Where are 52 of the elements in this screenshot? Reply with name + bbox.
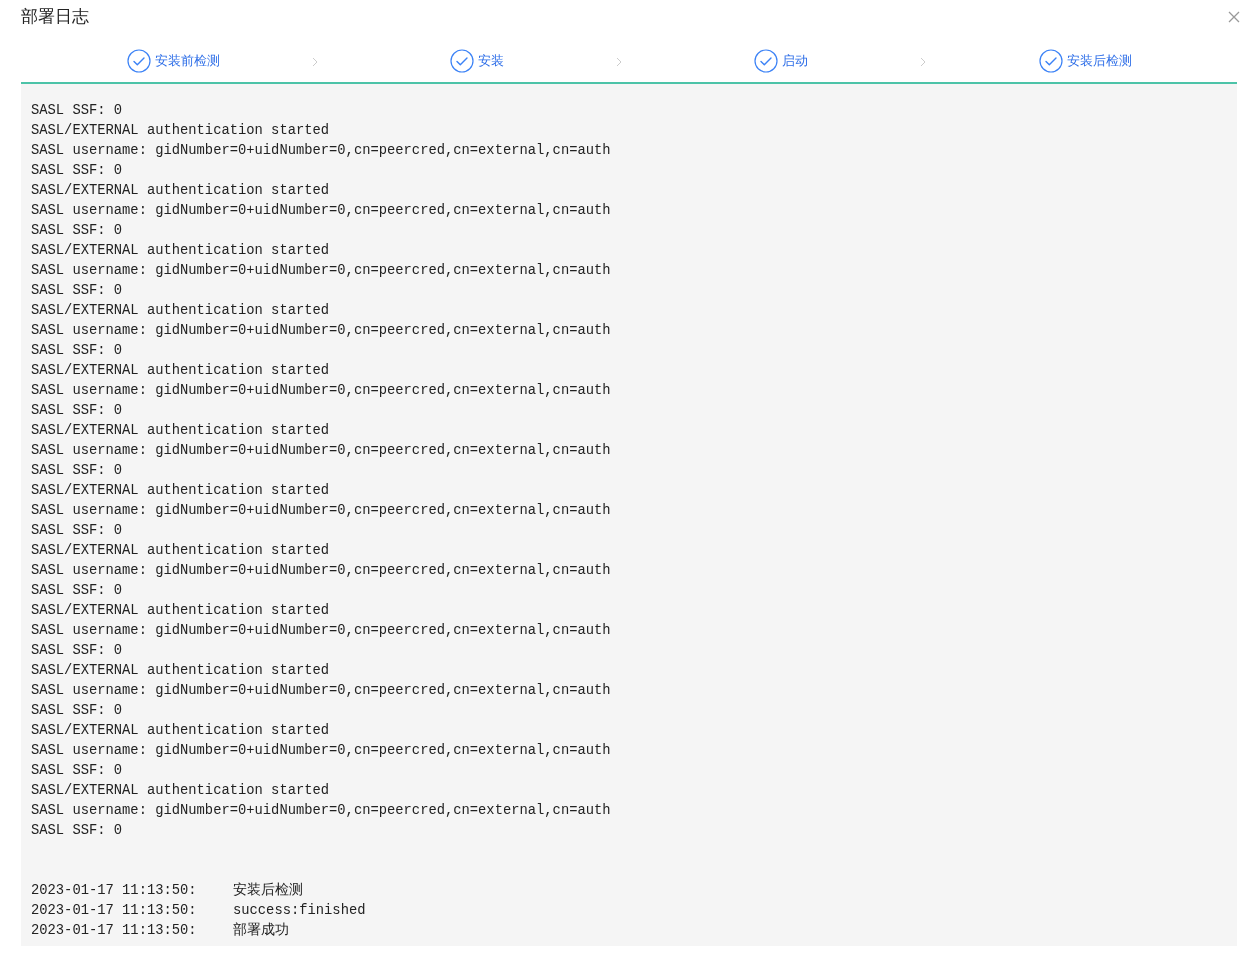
step-item: 安装后检测: [1038, 49, 1132, 73]
log-line: SASL/EXTERNAL authentication started: [31, 302, 331, 320]
log-timestamp: 2023-01-17 11:13:50:: [31, 922, 198, 940]
chevron-right-icon: [312, 57, 318, 67]
log-line: SASL SSF: 0: [31, 162, 124, 180]
log-line: SASL/EXTERNAL authentication started: [31, 182, 331, 200]
log-message: success:finished: [233, 902, 366, 920]
log-line: SASL SSF: 0: [31, 762, 124, 780]
log-line: SASL/EXTERNAL authentication started: [31, 542, 331, 560]
log-line: SASL/EXTERNAL authentication started: [31, 482, 331, 500]
step-item: 启动: [754, 49, 808, 73]
log-line: SASL/EXTERNAL authentication started: [31, 362, 331, 380]
log-message: 部署成功: [233, 921, 289, 940]
log-line: SASL SSF: 0: [31, 402, 124, 420]
log-line: SASL username: gidNumber=0+uidNumber=0,cn=peercred,cn=external,cn=auth: [31, 502, 612, 520]
log-line: SASL SSF: 0: [31, 702, 124, 720]
log-timestamp: 2023-01-17 11:13:50:: [31, 882, 198, 900]
log-line: SASL SSF: 0: [31, 282, 124, 300]
log-line: SASL SSF: 0: [31, 222, 124, 240]
log-line: SASL SSF: 0: [31, 582, 124, 600]
log-line: SASL SSF: 0: [31, 462, 124, 480]
log-line: SASL username: gidNumber=0+uidNumber=0,cn=peercred,cn=external,cn=auth: [31, 202, 612, 220]
log-line: SASL username: gidNumber=0+uidNumber=0,cn=peercred,cn=external,cn=auth: [31, 742, 612, 760]
log-line: SASL username: gidNumber=0+uidNumber=0,cn=peercred,cn=external,cn=auth: [31, 682, 612, 700]
close-icon[interactable]: [1228, 11, 1240, 23]
step-item: 安装: [450, 49, 504, 73]
log-line: SASL SSF: 0: [31, 642, 124, 660]
log-line: SASL/EXTERNAL authentication started: [31, 422, 331, 440]
log-line: SASL username: gidNumber=0+uidNumber=0,cn=peercred,cn=external,cn=auth: [31, 562, 612, 580]
log-line: SASL SSF: 0: [31, 102, 124, 120]
log-line: SASL username: gidNumber=0+uidNumber=0,cn=peercred,cn=external,cn=auth: [31, 322, 612, 340]
log-line: SASL username: gidNumber=0+uidNumber=0,cn=peercred,cn=external,cn=auth: [31, 142, 612, 160]
log-line: SASL SSF: 0: [31, 342, 124, 360]
log-line: SASL/EXTERNAL authentication started: [31, 722, 331, 740]
dialog-title: 部署日志: [21, 6, 89, 29]
chevron-right-icon: [616, 57, 622, 67]
log-line: SASL SSF: 0: [31, 522, 124, 540]
log-timestamp: 2023-01-17 11:13:50:: [31, 902, 198, 920]
log-line: SASL/EXTERNAL authentication started: [31, 242, 331, 260]
step-item: 安装前检测: [126, 49, 220, 73]
chevron-right-icon: [920, 57, 926, 67]
log-message: 安装后检测: [233, 881, 303, 900]
log-line: SASL username: gidNumber=0+uidNumber=0,cn=peercred,cn=external,cn=auth: [31, 802, 612, 820]
log-line: SASL SSF: 0: [31, 822, 124, 840]
log-line: SASL/EXTERNAL authentication started: [31, 782, 331, 800]
log-line: SASL/EXTERNAL authentication started: [31, 662, 331, 680]
log-line: SASL/EXTERNAL authentication started: [31, 602, 331, 620]
log-line: SASL username: gidNumber=0+uidNumber=0,cn=peercred,cn=external,cn=auth: [31, 382, 612, 400]
log-line: SASL username: gidNumber=0+uidNumber=0,cn=peercred,cn=external,cn=auth: [31, 442, 612, 460]
log-line: SASL username: gidNumber=0+uidNumber=0,cn=peercred,cn=external,cn=auth: [31, 622, 612, 640]
log-line: SASL username: gidNumber=0+uidNumber=0,cn=peercred,cn=external,cn=auth: [31, 262, 612, 280]
log-line: SASL/EXTERNAL authentication started: [31, 122, 331, 140]
